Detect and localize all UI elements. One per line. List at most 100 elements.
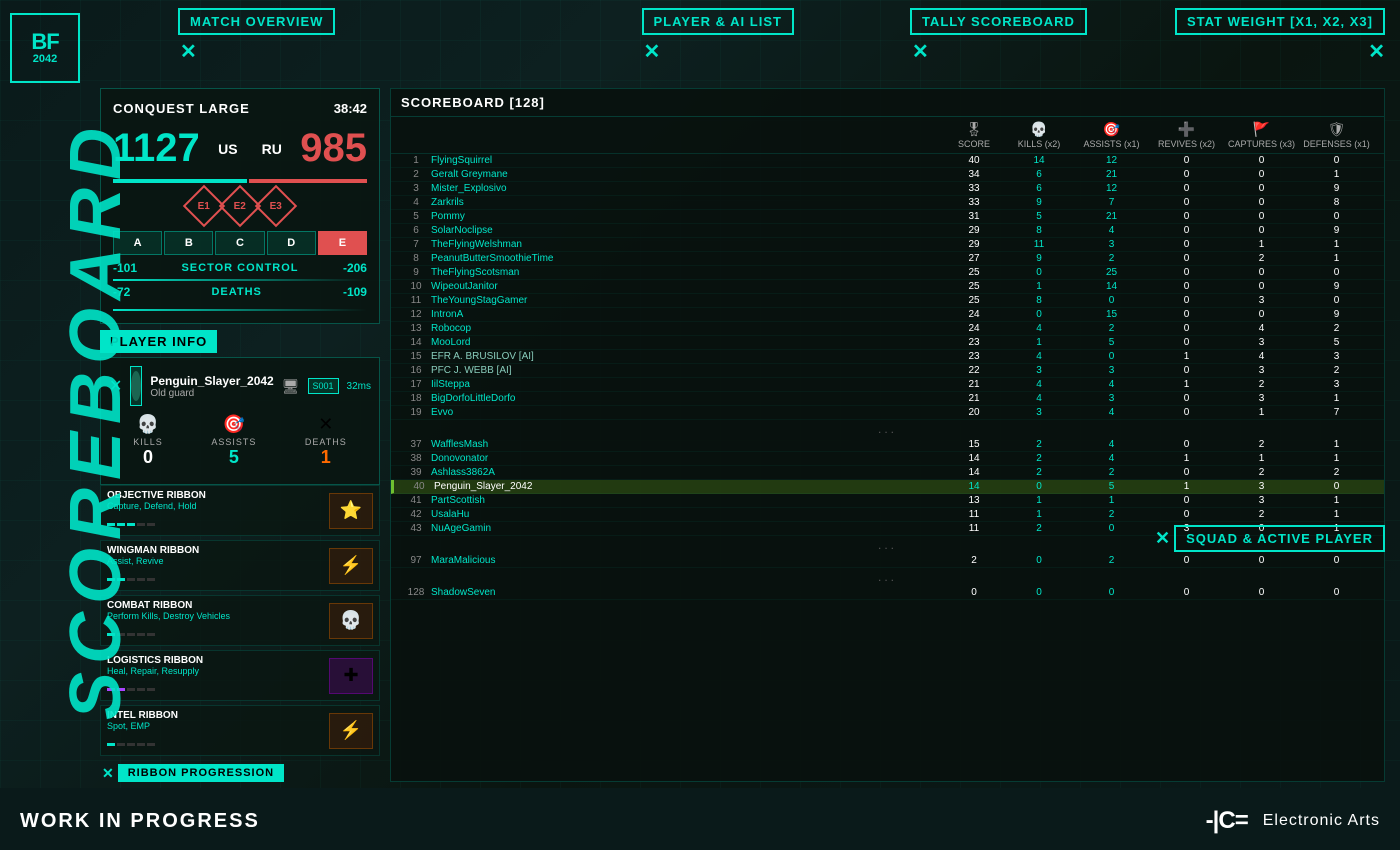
row-kills: 2 xyxy=(1004,453,1074,464)
row-score: 25 xyxy=(944,267,1004,278)
sector-b[interactable]: B xyxy=(164,231,213,255)
squad-active-label: SQUAD & ACTIVE PLAYER xyxy=(1174,525,1385,552)
row-rank: 37 xyxy=(401,439,431,450)
table-row[interactable]: 10 WipeoutJanitor 25 1 14 0 0 9 xyxy=(391,280,1384,294)
row-kills: 8 xyxy=(1004,295,1074,306)
row-name: SolarNoclipse xyxy=(431,225,944,236)
table-row[interactable]: 6 SolarNoclipse 29 8 4 0 0 9 xyxy=(391,224,1384,238)
row-rank: 1 xyxy=(401,155,431,166)
tally-close[interactable]: ✕ xyxy=(912,39,1087,64)
row-kills: 0 xyxy=(1004,587,1074,598)
table-row[interactable]: 8 PeanutButterSmoothieTime 27 9 2 0 2 1 xyxy=(391,252,1384,266)
table-row[interactable]: 5 Pommy 31 5 21 0 0 0 xyxy=(391,210,1384,224)
row-captures: 0 xyxy=(1224,225,1299,236)
table-row[interactable]: 40 Penguin_Slayer_2042 14 0 5 1 3 0 xyxy=(391,480,1384,494)
row-kills: 2 xyxy=(1004,523,1074,534)
table-row[interactable]: 41 PartScottish 13 1 1 0 3 1 xyxy=(391,494,1384,508)
row-assists: 3 xyxy=(1074,393,1149,404)
row-assists: 0 xyxy=(1074,351,1149,362)
deaths-val-right: -109 xyxy=(343,285,367,299)
squad-close[interactable]: ✕ xyxy=(1155,528,1170,549)
row-assists: 4 xyxy=(1074,379,1149,390)
row-kills: 4 xyxy=(1004,379,1074,390)
col-header-defenses: 🛡 DEFENSES (x1) xyxy=(1299,121,1374,149)
row-rank: 14 xyxy=(401,337,431,348)
table-row[interactable]: 1 FlyingSquirrel 40 14 12 0 0 0 xyxy=(391,154,1384,168)
table-row[interactable]: 42 UsalaHu 11 1 2 0 2 1 xyxy=(391,508,1384,522)
stat-assists: 🎯 ASSISTS 5 xyxy=(211,414,256,468)
row-revives: 0 xyxy=(1149,509,1224,520)
table-row[interactable]: 4 Zarkrils 33 9 7 0 0 8 xyxy=(391,196,1384,210)
table-row[interactable]: 38 Donovonator 14 2 4 1 1 1 xyxy=(391,452,1384,466)
row-captures: 4 xyxy=(1224,323,1299,334)
table-row[interactable]: 2 Geralt Greymane 34 6 21 0 0 1 xyxy=(391,168,1384,182)
row-name: Donovonator xyxy=(431,453,944,464)
row-name: TheFlyingScotsman xyxy=(431,267,944,278)
table-row[interactable]: 14 MooLord 23 1 5 0 3 5 xyxy=(391,336,1384,350)
row-name: MooLord xyxy=(431,337,944,348)
table-row[interactable]: 9 TheFlyingScotsman 25 0 25 0 0 0 xyxy=(391,266,1384,280)
row-assists: 2 xyxy=(1074,555,1149,566)
row-defenses: 0 xyxy=(1299,295,1374,306)
row-revives: 0 xyxy=(1149,365,1224,376)
score-icon: 🎖 xyxy=(965,121,983,138)
row-captures: 3 xyxy=(1224,481,1299,492)
ribbon-logistics: LOGISTICS RIBBON Heal, Repair, Resupply … xyxy=(100,650,380,701)
col-header-revives: ➕ REVIVES (x2) xyxy=(1149,121,1224,149)
table-row[interactable]: 7 TheFlyingWelshman 29 11 3 0 1 1 xyxy=(391,238,1384,252)
sector-c[interactable]: C xyxy=(215,231,264,255)
table-row[interactable]: 15 EFR A. BRUSILOV [AI] 23 4 0 1 4 3 xyxy=(391,350,1384,364)
skull-icon: 💀 xyxy=(133,414,163,435)
row-name: PeanutButterSmoothieTime xyxy=(431,253,944,264)
player-ai-close[interactable]: ✕ xyxy=(644,39,794,64)
row-defenses: 9 xyxy=(1299,281,1374,292)
table-row[interactable]: 3 Mister_Explosivo 33 6 12 0 0 9 xyxy=(391,182,1384,196)
table-row[interactable]: 13 Robocop 24 4 2 0 4 2 xyxy=(391,322,1384,336)
row-assists: 2 xyxy=(1074,323,1149,334)
row-defenses: 7 xyxy=(1299,407,1374,418)
row-score: 14 xyxy=(944,481,1004,492)
ribbon-close[interactable]: ✕ xyxy=(102,765,114,782)
row-assists: 4 xyxy=(1074,439,1149,450)
row-captures: 2 xyxy=(1224,253,1299,264)
table-row[interactable]: 12 IntronA 24 0 15 0 0 9 xyxy=(391,308,1384,322)
table-row[interactable]: 16 PFC J. WEBB [AI] 22 3 3 0 3 2 xyxy=(391,364,1384,378)
team-left: US xyxy=(218,141,237,157)
table-row[interactable]: 128 ShadowSeven 0 0 0 0 0 0 xyxy=(391,586,1384,600)
row-assists: 21 xyxy=(1074,169,1149,180)
row-score: 25 xyxy=(944,281,1004,292)
scoreboard-vertical-text: SCOREBOARD xyxy=(55,120,137,720)
match-overview-label: MATCH OVERVIEW xyxy=(178,8,335,35)
row-revives: 1 xyxy=(1149,453,1224,464)
assist-icon: 🎯 xyxy=(211,414,256,435)
sector-e[interactable]: E xyxy=(318,231,367,255)
row-revives: 0 xyxy=(1149,253,1224,264)
row-name: Robocop xyxy=(431,323,944,334)
row-name: TheYoungStagGamer xyxy=(431,295,944,306)
table-row[interactable]: 37 WafflesMash 15 2 4 0 2 1 xyxy=(391,438,1384,452)
table-row[interactable]: 11 TheYoungStagGamer 25 8 0 0 3 0 xyxy=(391,294,1384,308)
table-row[interactable]: 97 MaraMalicious 2 0 2 0 0 0 xyxy=(391,554,1384,568)
col-header-captures: 🚩 CAPTURES (x3) xyxy=(1224,121,1299,149)
table-row[interactable]: 19 Evvo 20 3 4 0 1 7 xyxy=(391,406,1384,420)
match-overview-close[interactable]: ✕ xyxy=(180,39,335,64)
row-assists: 2 xyxy=(1074,509,1149,520)
stat-weight-close[interactable]: ✕ xyxy=(1368,39,1385,64)
row-kills: 0 xyxy=(1004,481,1074,492)
row-revives: 0 xyxy=(1149,407,1224,418)
ribbon-obj-desc: Capture, Defend, Hold xyxy=(107,501,321,511)
row-kills: 9 xyxy=(1004,253,1074,264)
table-row[interactable]: 39 Ashlass3862A 14 2 2 0 2 2 xyxy=(391,466,1384,480)
col-header-score: 🎖 SCORE xyxy=(944,121,1004,149)
row-rank: 12 xyxy=(401,309,431,320)
row-defenses: 8 xyxy=(1299,197,1374,208)
row-defenses: 2 xyxy=(1299,467,1374,478)
row-captures: 2 xyxy=(1224,379,1299,390)
table-row[interactable]: 17 IilSteppa 21 4 4 1 2 3 xyxy=(391,378,1384,392)
wip-text: WORK IN PROGRESS xyxy=(20,810,260,833)
table-row[interactable]: 18 BigDorfoLittleDorfo 21 4 3 0 3 1 xyxy=(391,392,1384,406)
row-revives: 0 xyxy=(1149,439,1224,450)
row-revives: 0 xyxy=(1149,393,1224,404)
sector-d[interactable]: D xyxy=(267,231,316,255)
row-defenses: 2 xyxy=(1299,323,1374,334)
